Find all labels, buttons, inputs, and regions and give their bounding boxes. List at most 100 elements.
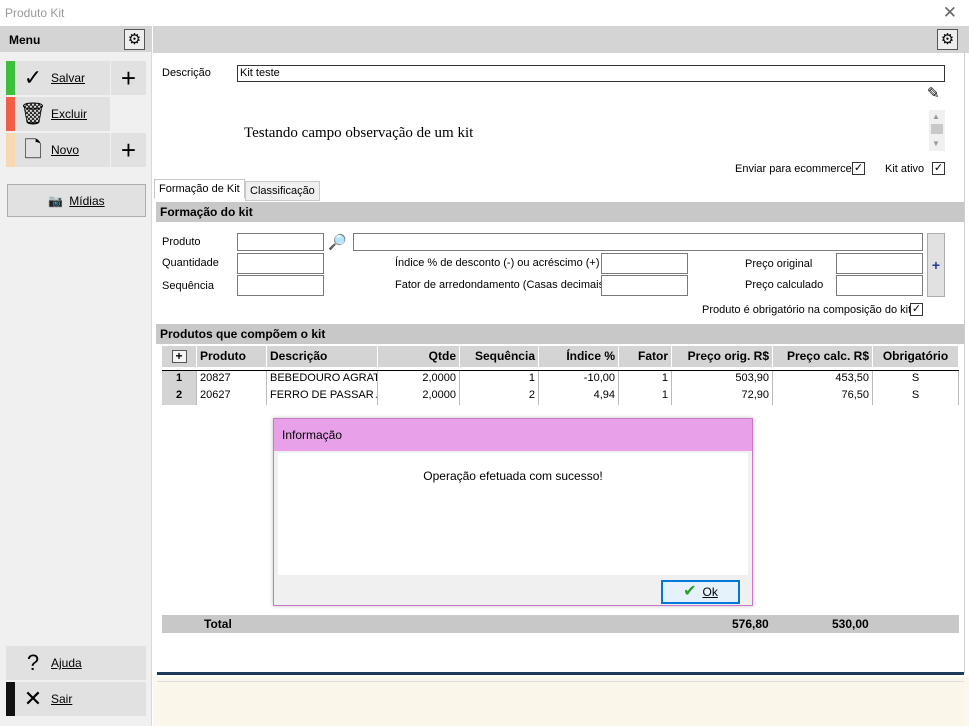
col-preco-calc[interactable]: Preço calc. R$ <box>773 346 873 367</box>
cell-produto[interactable]: 20627 <box>197 388 267 405</box>
enviar-ecommerce-checkbox[interactable]: ✓ <box>852 162 865 175</box>
sequencia-input[interactable] <box>237 275 324 296</box>
novo-button[interactable]: 🗋 Novo <box>6 133 110 167</box>
col-descricao[interactable]: Descrição <box>267 346 378 367</box>
salvar-button[interactable]: ✓ Salvar <box>6 61 110 95</box>
ajuda-label: Ajuda <box>51 656 82 670</box>
observacao-textarea[interactable]: Testando campo observação de um kit <box>237 110 927 151</box>
info-dialog: Informação Operação efetuada com sucesso… <box>273 418 753 606</box>
cell-indice[interactable]: 4,94 <box>539 388 619 405</box>
main-header: ⚙ <box>153 26 969 53</box>
cell-descricao[interactable]: BEBEDOURO AGRATT <box>267 371 378 388</box>
dialog-title: Informação <box>274 419 752 451</box>
scroll-down-icon[interactable]: ▼ <box>932 139 940 148</box>
cell-preco-calc[interactable]: 453,50 <box>773 371 873 388</box>
cell-indice[interactable]: -10,00 <box>539 371 619 388</box>
plus-icon[interactable]: + <box>171 350 187 363</box>
novo-color-bar <box>6 133 15 167</box>
fator-label: Fator de arredondamento (Casas decimais) <box>395 279 608 291</box>
pencil-icon[interactable]: ✎ <box>927 84 940 102</box>
gear-icon[interactable]: ⚙ <box>124 29 145 50</box>
total-label: Total <box>204 617 232 631</box>
dialog-body: Operação efetuada com sucesso! <box>278 453 748 575</box>
grid-header-row: + Produto Descrição Qtde Sequência Índic… <box>162 346 959 367</box>
col-preco-orig[interactable]: Preço orig. R$ <box>672 346 773 367</box>
cell-descricao[interactable]: FERRO DE PASSAR A( <box>267 388 378 405</box>
ok-button[interactable]: ✔ Ok <box>661 580 740 604</box>
col-indice[interactable]: Índice % <box>539 346 619 367</box>
salvar-novo-plus-button[interactable]: + <box>111 61 146 95</box>
ajuda-color-bar <box>6 646 15 680</box>
quantidade-label: Quantidade <box>162 257 219 269</box>
sidebar-title: Menu <box>9 33 41 47</box>
cell-fator[interactable]: 1 <box>619 371 672 388</box>
ok-label: Ok <box>702 585 718 599</box>
produto-descricao-input[interactable] <box>353 233 923 251</box>
cell-preco-calc[interactable]: 76,50 <box>773 388 873 405</box>
cell-obrigatorio[interactable]: S <box>873 388 959 405</box>
total-row: Total 576,80 530,00 <box>162 615 959 633</box>
indice-input[interactable] <box>601 253 688 274</box>
preco-calculado-input[interactable] <box>836 275 923 296</box>
excluir-label: Excluir <box>51 107 88 121</box>
cell-preco-orig[interactable]: 503,90 <box>672 371 773 388</box>
main-scrollbar[interactable] <box>964 53 969 673</box>
cell-fator[interactable]: 1 <box>619 388 672 405</box>
footer-inner-area <box>157 681 964 726</box>
checkmark-icon: ✓ <box>23 65 43 90</box>
preco-calculado-label: Preço calculado <box>745 279 824 291</box>
salvar-color-bar <box>6 61 15 95</box>
preco-original-label: Preço original <box>745 258 813 270</box>
sequencia-label: Sequência <box>162 280 214 292</box>
checkmark-icon: ✔ <box>683 583 697 600</box>
col-produto[interactable]: Produto <box>197 346 267 367</box>
fator-input[interactable] <box>601 275 688 296</box>
sair-color-bar <box>6 682 15 716</box>
sidebar: Menu ⚙ ✓ Salvar + 🗑 Excluir 🗋 Novo + 📷 M… <box>0 26 152 726</box>
divider <box>157 672 964 675</box>
tab-classificacao[interactable]: Classificação <box>245 181 320 201</box>
descricao-input[interactable]: Kit teste <box>237 65 945 82</box>
cell-qtde[interactable]: 2,0000 <box>378 388 460 405</box>
kit-ativo-checkbox[interactable]: ✓ <box>932 162 945 175</box>
col-fator[interactable]: Fator <box>619 346 672 367</box>
col-qtde[interactable]: Qtde <box>378 346 460 367</box>
gear-icon[interactable]: ⚙ <box>937 29 958 50</box>
sair-label: Sair <box>51 692 73 706</box>
sidebar-header: Menu ⚙ <box>0 26 152 52</box>
add-produto-button[interactable]: + <box>927 233 945 297</box>
search-icon[interactable]: 🔎 <box>328 233 347 251</box>
window-title: Produto Kit <box>5 6 65 20</box>
obrigatorio-checkbox[interactable]: ✓ <box>910 303 923 316</box>
salvar-label: Salvar <box>51 71 86 85</box>
row-number: 2 <box>162 388 197 405</box>
quantidade-input[interactable] <box>237 253 324 274</box>
close-icon: ✕ <box>23 686 43 711</box>
dialog-message: Operação efetuada com sucesso! <box>423 469 603 483</box>
cell-sequencia[interactable]: 2 <box>460 388 539 405</box>
scroll-up-icon[interactable]: ▲ <box>932 112 940 121</box>
table-row[interactable]: 1 20827 BEBEDOURO AGRATT 2,0000 1 -10,00… <box>162 370 959 388</box>
produto-input[interactable] <box>237 233 324 251</box>
cell-preco-orig[interactable]: 72,90 <box>672 388 773 405</box>
ajuda-button[interactable]: ? Ajuda <box>6 646 146 680</box>
preco-original-input[interactable] <box>836 253 923 274</box>
window-titlebar: Produto Kit ✕ <box>0 0 969 26</box>
sair-button[interactable]: ✕ Sair <box>6 682 146 716</box>
excluir-button[interactable]: 🗑 Excluir <box>6 97 110 131</box>
close-icon[interactable]: ✕ <box>943 3 957 23</box>
cell-obrigatorio[interactable]: S <box>873 371 959 388</box>
observacao-scrollbar[interactable]: ▲ ▼ <box>929 110 945 151</box>
col-obrigatorio[interactable]: Obrigatório <box>873 346 959 367</box>
scroll-thumb[interactable] <box>931 124 943 134</box>
cell-qtde[interactable]: 2,0000 <box>378 371 460 388</box>
cell-produto[interactable]: 20827 <box>197 371 267 388</box>
col-sequencia[interactable]: Sequência <box>460 346 539 367</box>
table-row[interactable]: 2 20627 FERRO DE PASSAR A( 2,0000 2 4,94… <box>162 388 959 405</box>
grid-add-row-button[interactable]: + <box>162 346 197 367</box>
indice-label: Índice % de desconto (-) ou acréscimo (+… <box>395 257 600 269</box>
cell-sequencia[interactable]: 1 <box>460 371 539 388</box>
tab-formacao-kit[interactable]: Formação de Kit <box>154 179 245 199</box>
novo-plus-button[interactable]: + <box>111 133 146 167</box>
midias-button[interactable]: 📷 Mídias <box>7 184 146 217</box>
